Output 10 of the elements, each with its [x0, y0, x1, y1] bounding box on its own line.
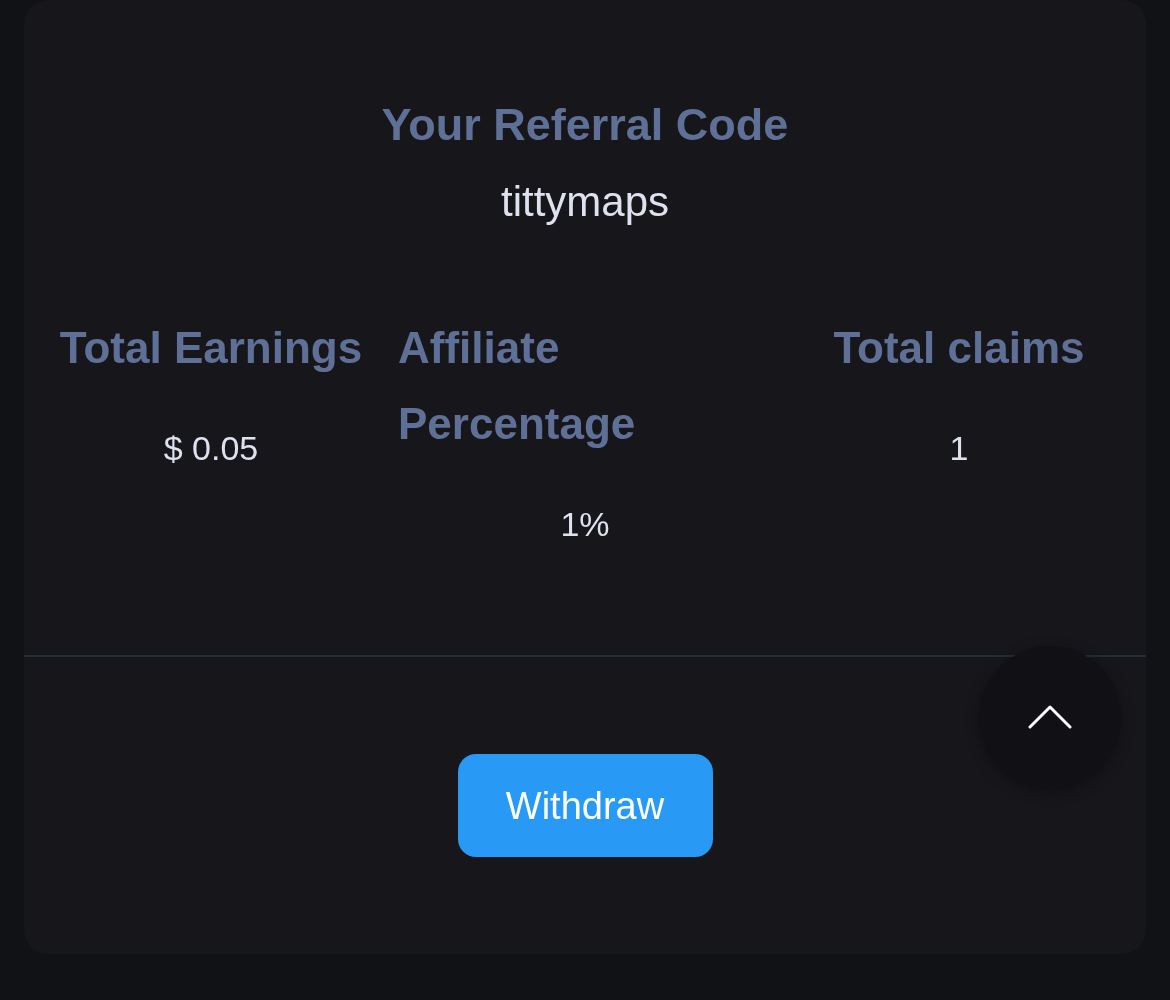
- referral-code-heading: Your Referral Code: [381, 98, 789, 152]
- stat-label: Total claims: [832, 322, 1086, 374]
- referral-code-text: tittymaps: [500, 177, 669, 227]
- stat-value: $ 0.05: [163, 429, 259, 467]
- stat-label: Total Earnings: [58, 322, 364, 374]
- chevron-up-icon: [1028, 705, 1072, 729]
- withdraw-button[interactable]: Withdraw: [457, 754, 713, 857]
- stat-label: Affiliate Percentage: [398, 322, 637, 450]
- stat-value: 1: [949, 429, 969, 467]
- stat-value: 1%: [560, 505, 610, 543]
